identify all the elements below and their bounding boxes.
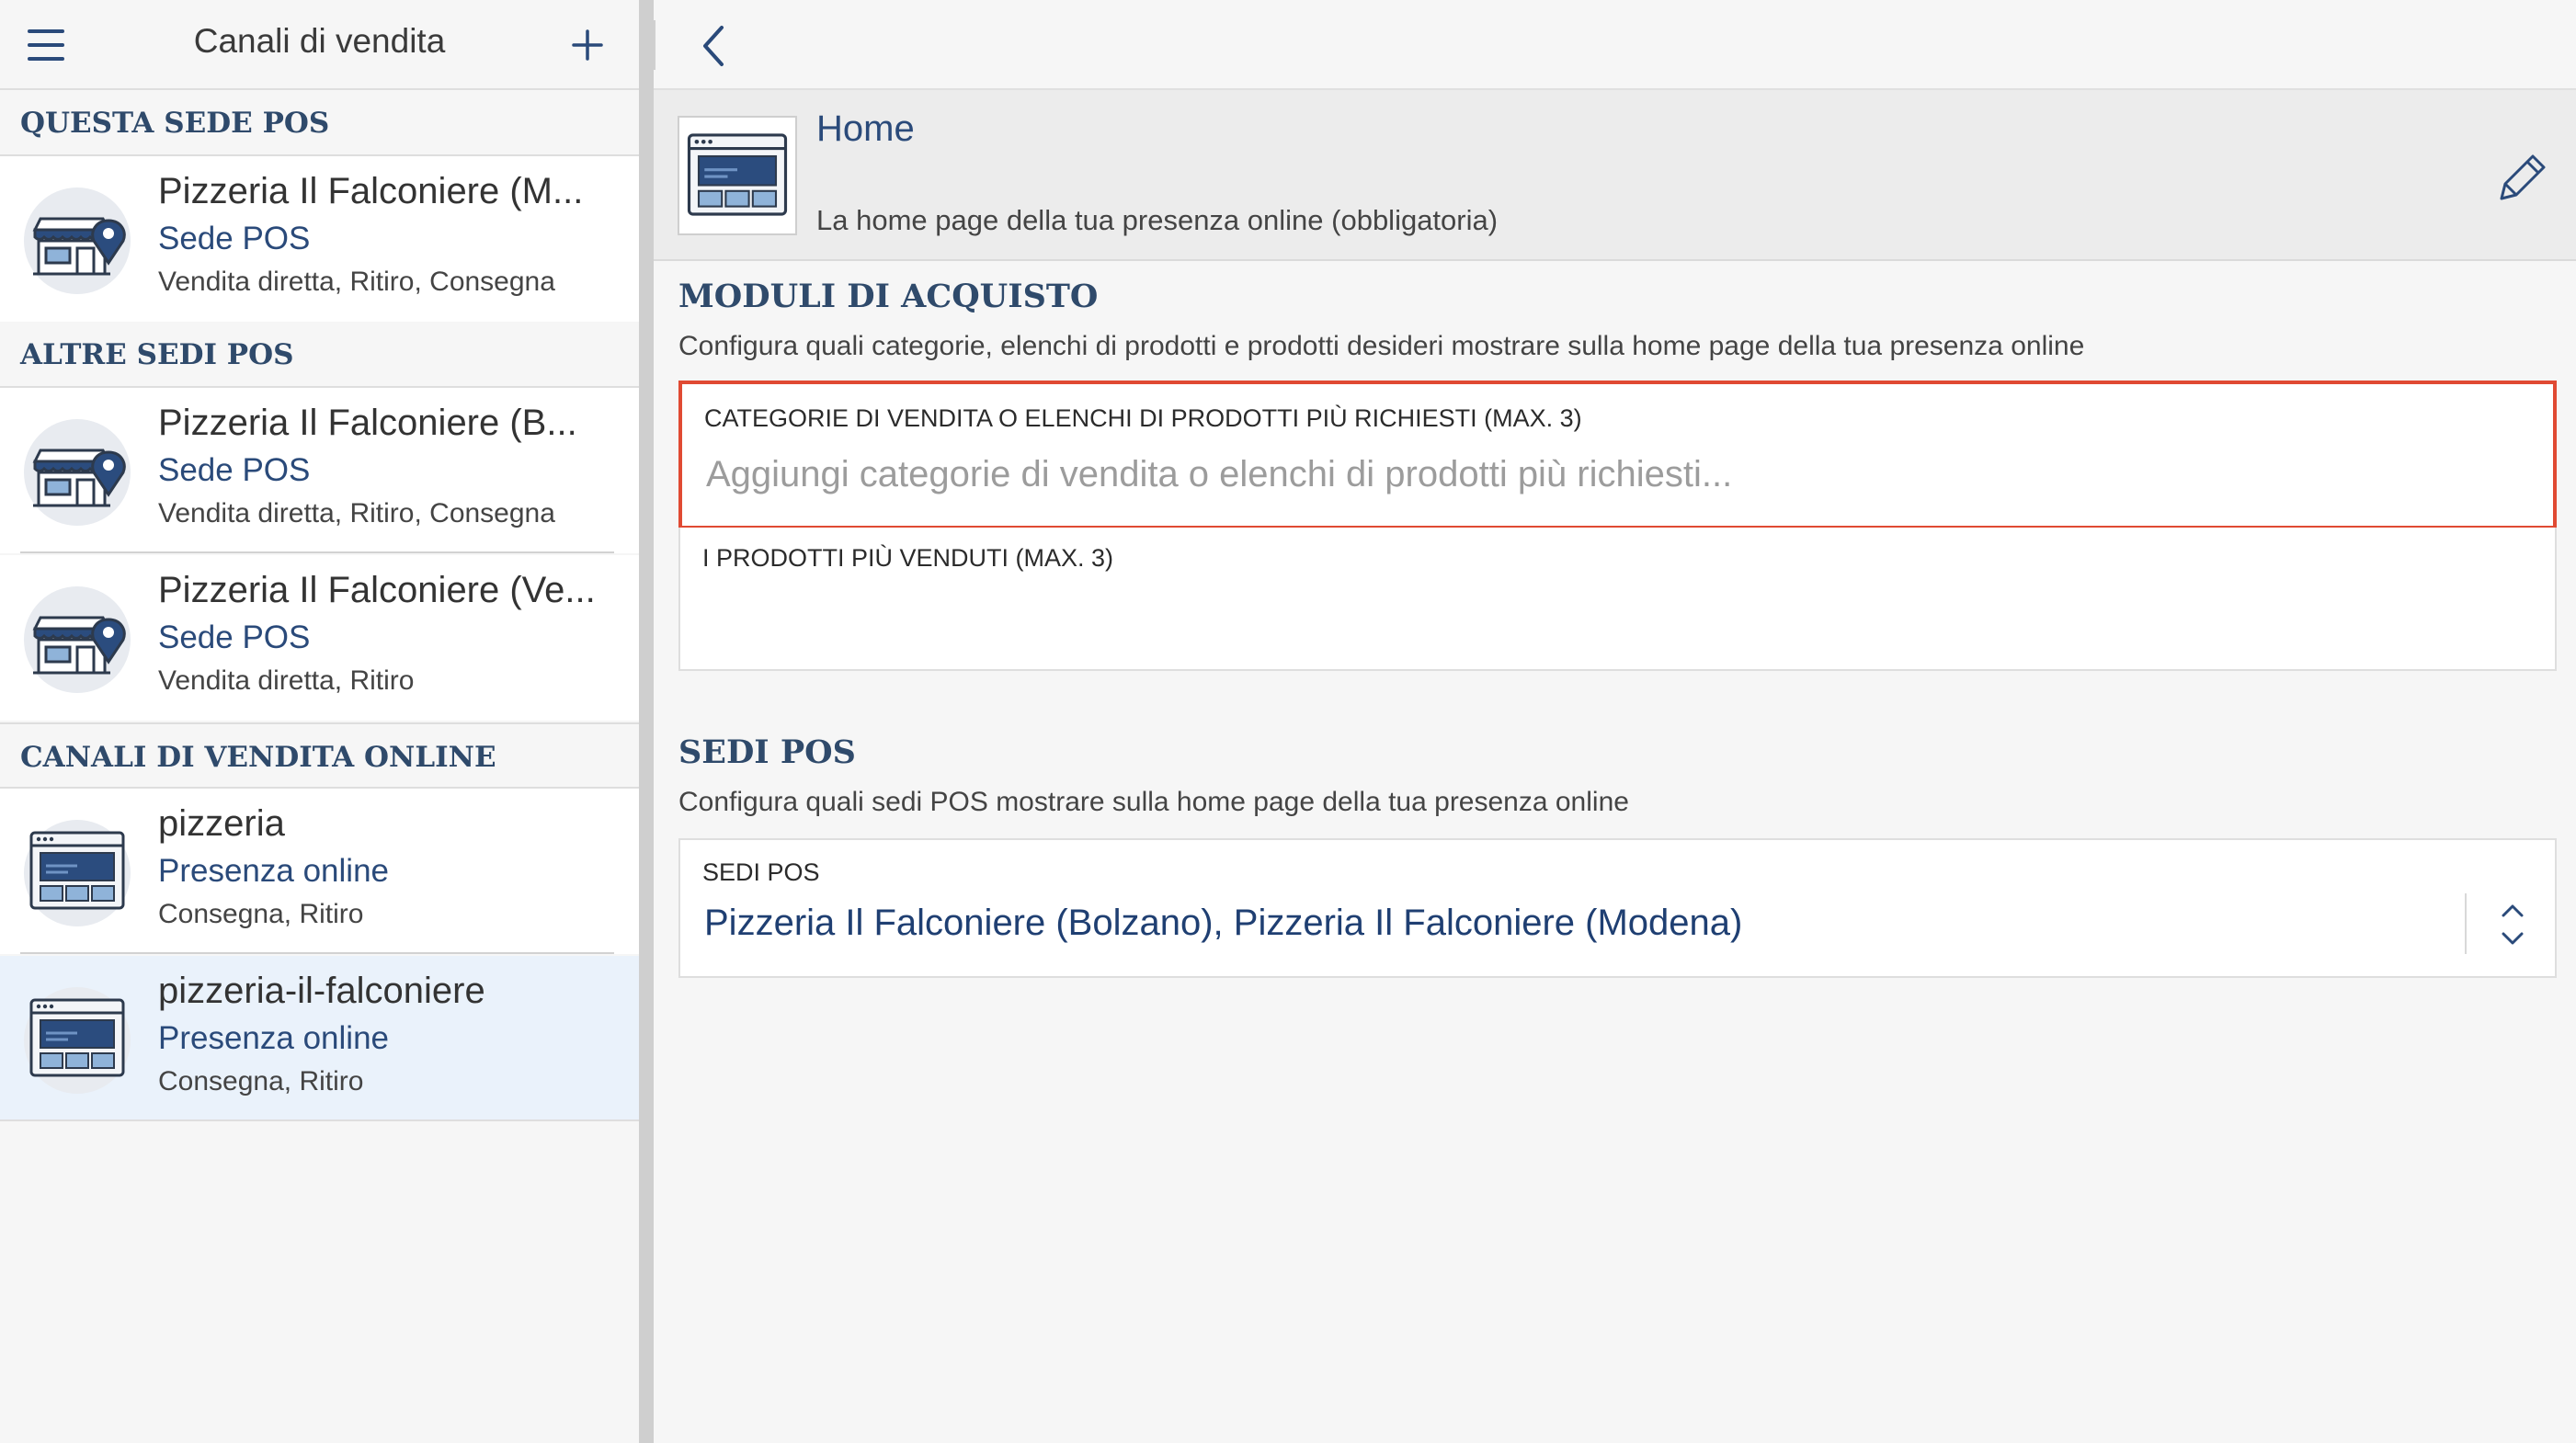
chevron-up-down-icon[interactable] bbox=[2489, 897, 2536, 952]
page-subtitle: La home page della tua presenza online (… bbox=[816, 204, 1499, 236]
sidebar-item-type: Sede POS bbox=[158, 221, 311, 256]
main-topbar bbox=[654, 0, 2576, 90]
sidebar-item-type: Presenza online bbox=[158, 853, 389, 889]
section-description: Configura quali categorie, elenchi di pr… bbox=[678, 331, 2085, 361]
store-location-icon bbox=[24, 187, 131, 294]
sidebar-item-pos-modena[interactable]: Pizzeria Il Falconiere (M... Sede POS Ve… bbox=[0, 156, 639, 322]
sidebar-title: Canali di vendita bbox=[193, 22, 446, 60]
pos-sites-select[interactable]: SEDI POS Pizzeria Il Falconiere (Bolzano… bbox=[678, 838, 2557, 978]
main-panel: Home La home page della tua presenza onl… bbox=[654, 0, 2576, 1443]
sidebar-item-title: Pizzeria Il Falconiere (Ve... bbox=[158, 570, 596, 610]
sidebar-item-type: Sede POS bbox=[158, 619, 311, 655]
divider bbox=[20, 952, 614, 954]
sidebar-item-online-pizzeria[interactable]: pizzeria Presenza online Consegna, Ritir… bbox=[0, 789, 639, 954]
sidebar-item-pos-ve[interactable]: Pizzeria Il Falconiere (Ve... Sede POS V… bbox=[0, 555, 639, 721]
categories-field[interactable]: CATEGORIE DI VENDITA O ELENCHI DI PRODOT… bbox=[678, 381, 2557, 529]
sidebar-item-title: Pizzeria Il Falconiere (B... bbox=[158, 403, 577, 443]
sidebar-item-desc: Vendita diretta, Ritiro bbox=[158, 665, 415, 696]
website-icon bbox=[678, 116, 797, 235]
categories-input[interactable] bbox=[706, 449, 2526, 500]
add-icon[interactable] bbox=[563, 20, 612, 70]
sidebar-header: Canali di vendita bbox=[0, 0, 639, 90]
section-header-other-pos: ALTRE SEDI POS bbox=[0, 322, 639, 388]
section-title-purchase-modules: MODULI DI ACQUISTO bbox=[678, 278, 1099, 315]
divider bbox=[20, 551, 614, 553]
sidebar-item-online-pizzeria-il-falconiere[interactable]: pizzeria-il-falconiere Presenza online C… bbox=[0, 956, 639, 1121]
section-header-online: CANALI DI VENDITA ONLINE bbox=[0, 722, 639, 789]
pane-divider[interactable] bbox=[639, 0, 654, 1443]
sidebar-item-type: Sede POS bbox=[158, 452, 311, 488]
field-label: SEDI POS bbox=[702, 858, 820, 886]
section-description: Configura quali sedi POS mostrare sulla … bbox=[678, 787, 1629, 817]
bestsellers-field[interactable]: I PRODOTTI PIÙ VENDUTI (MAX. 3) bbox=[678, 528, 2557, 671]
store-location-icon bbox=[24, 586, 131, 693]
section-header-this-pos: QUESTA SEDE POS bbox=[0, 90, 639, 156]
page-card: Home La home page della tua presenza onl… bbox=[654, 90, 2576, 261]
sidebar-item-desc: Consegna, Ritiro bbox=[158, 899, 364, 929]
sidebar: Canali di vendita QUESTA SEDE POS Pizzer… bbox=[0, 0, 639, 1443]
sidebar-item-desc: Vendita diretta, Ritiro, Consegna bbox=[158, 498, 555, 528]
section-title-pos-sites: SEDI POS bbox=[678, 733, 856, 771]
sidebar-item-desc: Consegna, Ritiro bbox=[158, 1066, 364, 1096]
store-location-icon bbox=[24, 419, 131, 526]
page-title: Home bbox=[816, 108, 915, 149]
sidebar-item-title: Pizzeria Il Falconiere (M... bbox=[158, 171, 584, 211]
pencil-edit-icon[interactable] bbox=[2489, 145, 2553, 210]
app-window: Canali di vendita QUESTA SEDE POS Pizzer… bbox=[0, 0, 2576, 1443]
sidebar-item-desc: Vendita diretta, Ritiro, Consegna bbox=[158, 267, 555, 297]
pos-sites-value: Pizzeria Il Falconiere (Bolzano), Pizzer… bbox=[704, 903, 1743, 943]
field-label: I PRODOTTI PIÙ VENDUTI (MAX. 3) bbox=[702, 544, 1114, 572]
divider bbox=[654, 20, 655, 70]
sidebar-item-title: pizzeria bbox=[158, 803, 285, 844]
website-icon bbox=[24, 987, 131, 1094]
divider bbox=[2465, 893, 2467, 954]
sidebar-item-type: Presenza online bbox=[158, 1020, 389, 1056]
sidebar-item-title: pizzeria-il-falconiere bbox=[158, 971, 485, 1011]
back-chevron-icon[interactable] bbox=[687, 18, 742, 74]
website-icon bbox=[24, 820, 131, 926]
field-label: CATEGORIE DI VENDITA O ELENCHI DI PRODOT… bbox=[704, 404, 1582, 432]
sidebar-item-pos-bolzano[interactable]: Pizzeria Il Falconiere (B... Sede POS Ve… bbox=[0, 388, 639, 553]
